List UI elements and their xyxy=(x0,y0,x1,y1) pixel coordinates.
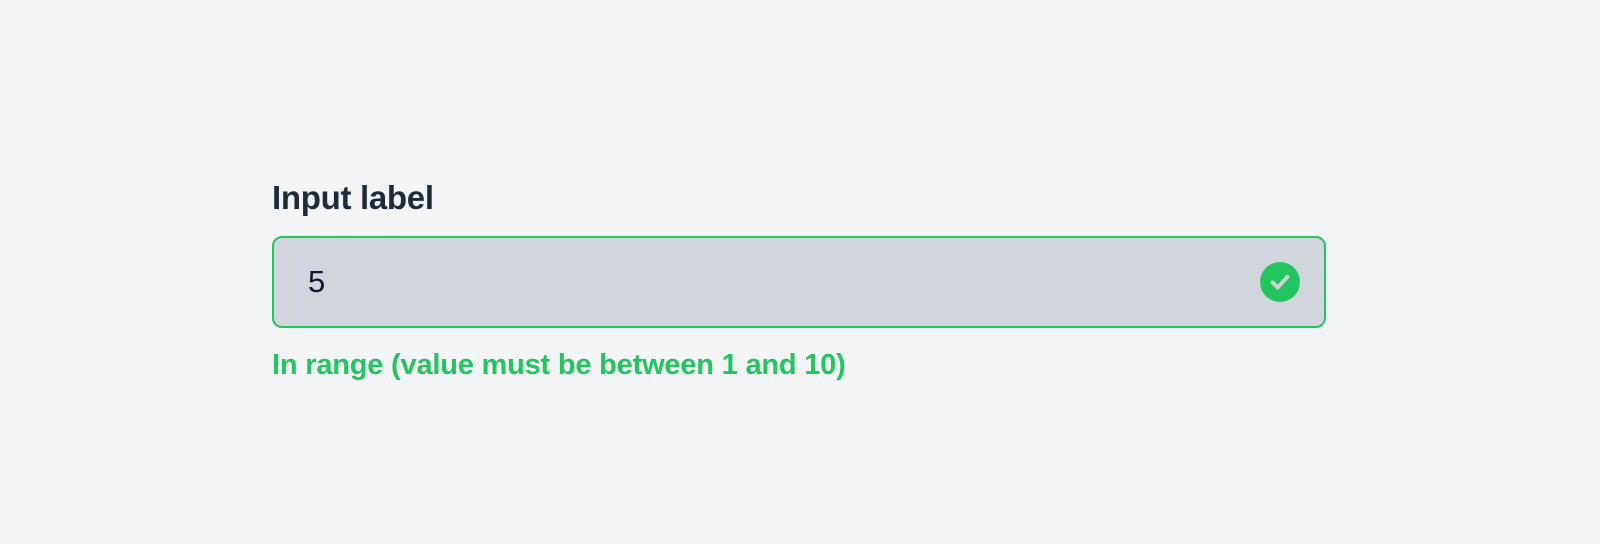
number-input-field: Input label In range (value must be betw… xyxy=(272,176,1326,384)
input-container xyxy=(272,236,1326,328)
input-label: Input label xyxy=(272,179,434,216)
validation-message: In range (value must be between 1 and 10… xyxy=(272,349,846,381)
checkmark-glyph xyxy=(1270,275,1290,290)
check-circle-icon xyxy=(1260,262,1300,302)
number-input[interactable] xyxy=(274,238,1324,326)
